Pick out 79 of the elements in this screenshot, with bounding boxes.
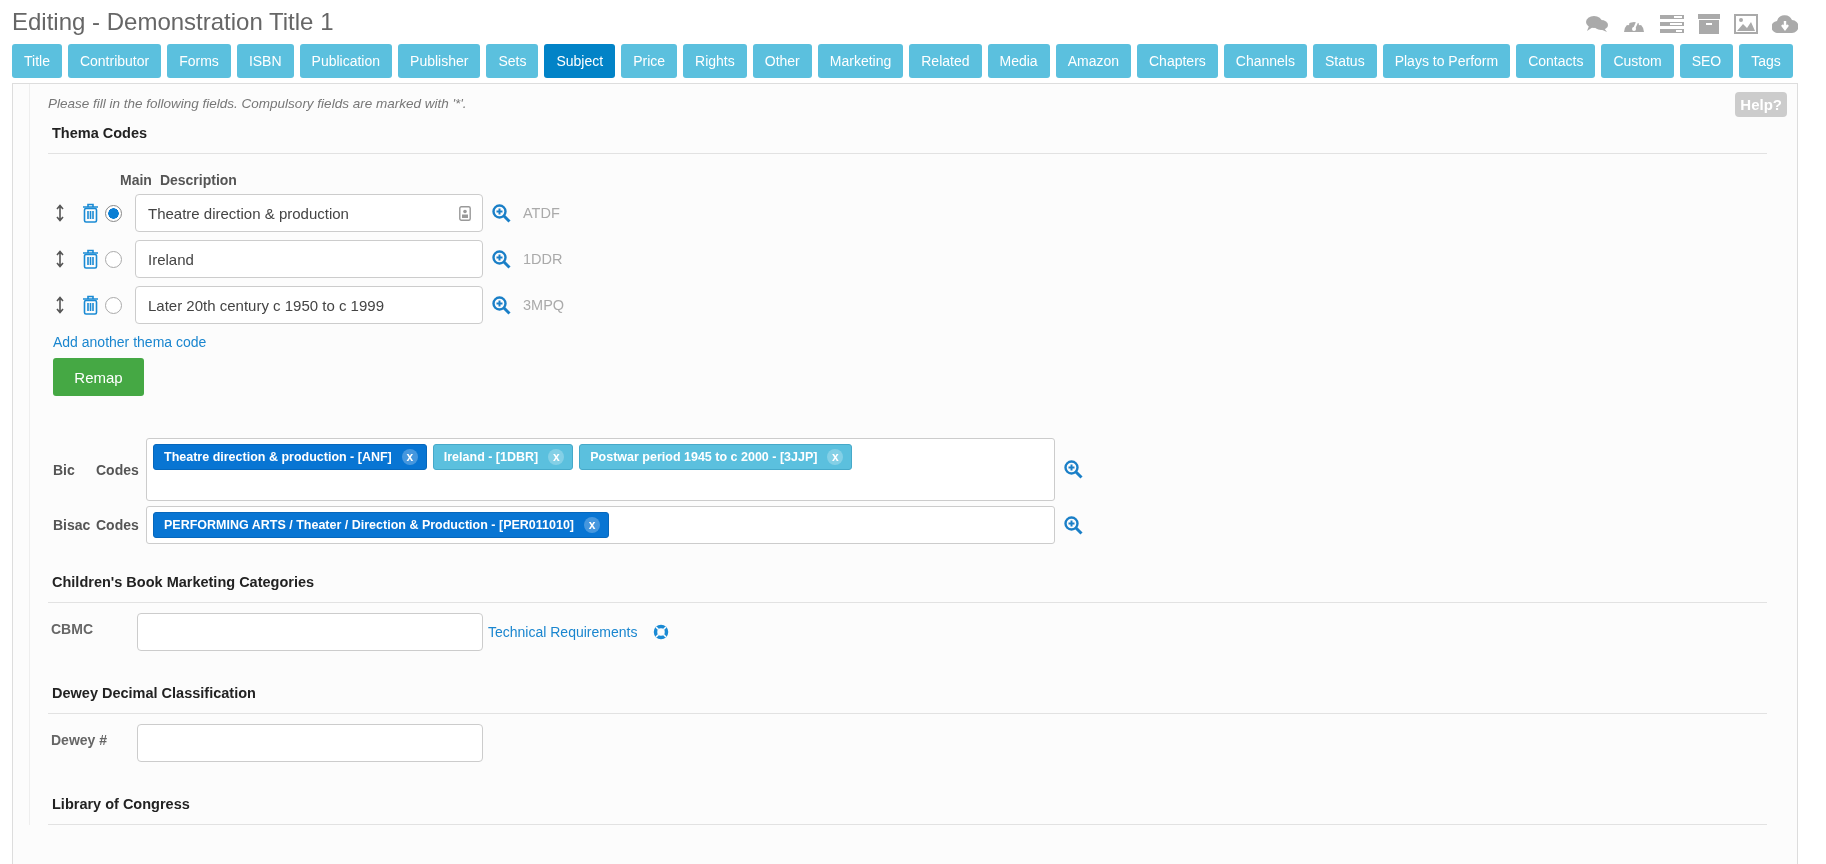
instructions-text: Please fill in the following fields. Compulsory fields are marked with '*'.	[48, 96, 467, 111]
text-input-field[interactable]	[137, 724, 483, 762]
main-radio[interactable]	[105, 204, 122, 222]
page-title: Editing - Demonstration Title 1	[12, 8, 334, 36]
main-radio[interactable]	[105, 296, 122, 314]
field-label: Codes	[95, 517, 140, 533]
search-icon[interactable]	[492, 249, 511, 269]
search-icon[interactable]	[492, 203, 511, 223]
drag-handle-icon[interactable]	[56, 250, 64, 268]
tab[interactable]: Sets	[486, 44, 539, 78]
tag-label: PERFORMING ARTS / Theater / Direction & Production - [PER011010]	[164, 518, 575, 532]
list-icon[interactable]	[1660, 15, 1684, 33]
section-heading: Thema Codes	[48, 125, 1767, 154]
search-icon[interactable]	[1064, 515, 1083, 535]
description-field[interactable]: Theatre direction & production	[135, 194, 483, 232]
technical-requirements-link[interactable]: Technical Requirements	[488, 624, 638, 640]
column-header: Main	[120, 172, 152, 188]
tab[interactable]: Contributor	[67, 44, 162, 78]
tab[interactable]: Chapters	[1137, 44, 1218, 78]
tag-label: Postwar period 1945 to c 2000 - [3JJP]	[590, 450, 818, 464]
thema-code: 1DDR	[523, 251, 563, 267]
tab[interactable]: Custom	[1601, 44, 1674, 78]
tab[interactable]: Marketing	[817, 44, 904, 78]
field-label: Bisac	[52, 517, 92, 533]
tab[interactable]: Contacts	[1516, 44, 1596, 78]
remap-button[interactable]: Remap	[53, 358, 144, 396]
add-thema-link[interactable]: Add another thema code	[53, 334, 207, 350]
drag-handle-icon[interactable]	[56, 296, 64, 314]
tab[interactable]: Media	[987, 44, 1050, 78]
archive-box-icon[interactable]	[1698, 14, 1720, 34]
chat-bubbles-icon[interactable]	[1586, 15, 1608, 33]
tag-remove-button[interactable]: x	[827, 449, 844, 465]
tab[interactable]: Channels	[1223, 44, 1307, 78]
trash-icon[interactable]	[82, 295, 99, 315]
tab[interactable]: SEO	[1679, 44, 1734, 78]
tab[interactable]: Amazon	[1055, 44, 1131, 78]
trash-icon[interactable]	[82, 203, 99, 223]
tab[interactable]: Tags	[1739, 44, 1793, 78]
tab[interactable]: Publication	[299, 44, 393, 78]
tag-remove-button[interactable]: x	[401, 449, 418, 465]
field-label: CBMC	[50, 620, 94, 637]
description-field[interactable]: Later 20th century c 1950 to c 1999	[135, 286, 483, 324]
tag-input-field[interactable]: PERFORMING ARTS / Theater / Direction & Production - [PER011010] x	[146, 506, 1055, 544]
tab[interactable]: Plays to Perform	[1382, 44, 1511, 78]
trash-icon[interactable]	[82, 249, 99, 269]
tab[interactable]: Other	[752, 44, 812, 78]
drag-handle-icon[interactable]	[56, 204, 64, 222]
tab[interactable]: ISBN	[236, 44, 294, 78]
tag-label: Ireland - [1DBR]	[443, 450, 539, 464]
tab[interactable]: Price	[621, 44, 678, 78]
main-radio[interactable]	[105, 250, 122, 268]
tab[interactable]: Title	[12, 44, 62, 78]
cloud-download-icon[interactable]	[1772, 15, 1798, 33]
thema-code: ATDF	[523, 205, 560, 221]
tab[interactable]: Rights	[683, 44, 747, 78]
tag-remove-button[interactable]: x	[584, 517, 601, 533]
text-input-field[interactable]	[137, 613, 483, 651]
tag-label: Theatre direction & production - [ANF]	[164, 450, 392, 464]
tab[interactable]: Subject	[544, 44, 616, 78]
section-heading: Dewey Decimal Classification	[48, 685, 1767, 714]
field-label: Bic	[52, 461, 76, 478]
tag-input-field[interactable]: Theatre direction & production - [ANF] x Ireland - [1DBR] x Postwar period 1945 to c 2000 - [3JJP] x	[146, 438, 1055, 501]
thema-code: 3MPQ	[523, 297, 565, 313]
section-heading: Library of Congress	[48, 796, 1767, 825]
contact-card-icon	[459, 205, 471, 221]
tab[interactable]: Forms	[167, 44, 231, 78]
tab[interactable]: Publisher	[398, 44, 481, 78]
column-header: Description	[159, 172, 237, 188]
field-label: Dewey #	[50, 731, 109, 748]
tab[interactable]: Status	[1312, 44, 1377, 78]
field-label: Codes	[95, 461, 140, 478]
image-icon[interactable]	[1734, 14, 1758, 34]
tag-remove-button[interactable]: x	[548, 449, 565, 465]
search-icon[interactable]	[492, 295, 511, 315]
section-heading: Children's Book Marketing Categories	[48, 574, 1767, 603]
lifebuoy-icon[interactable]	[653, 624, 670, 640]
search-icon[interactable]	[1064, 460, 1083, 479]
tab[interactable]: Related	[909, 44, 982, 78]
description-field[interactable]: Ireland	[135, 240, 483, 278]
